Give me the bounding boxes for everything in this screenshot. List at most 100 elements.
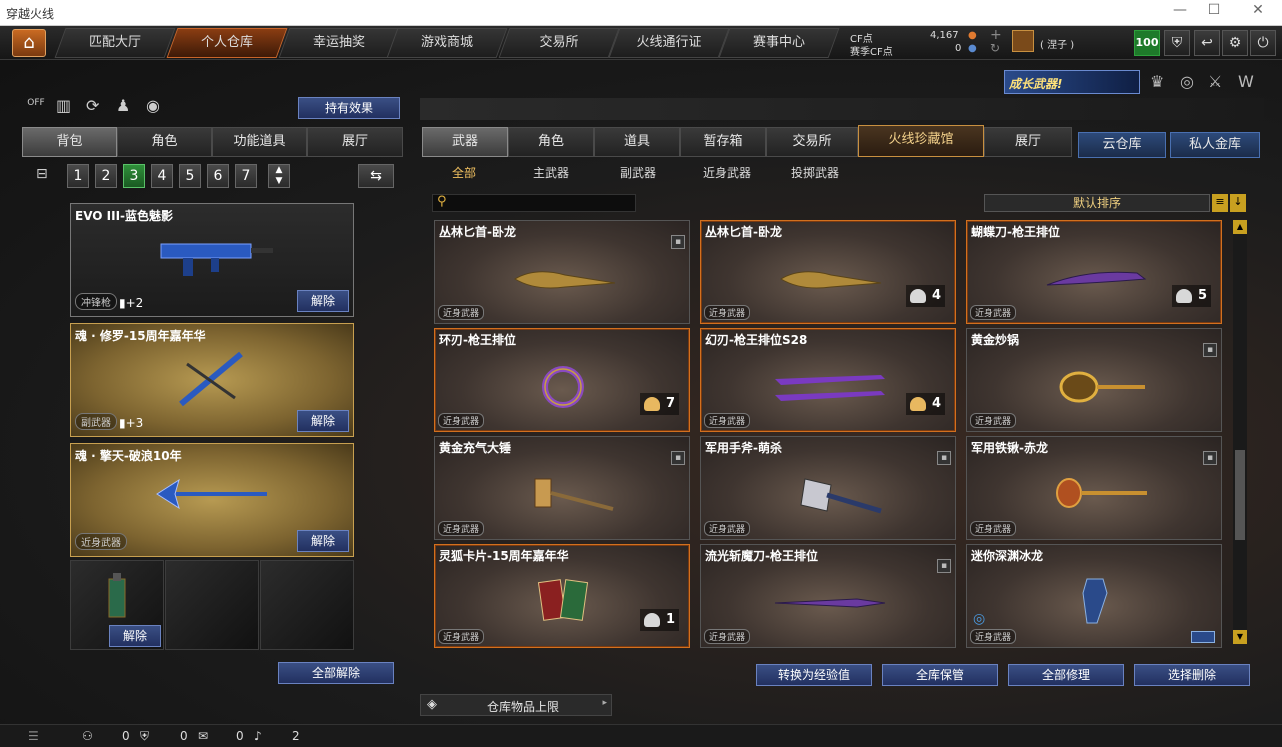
nav-tab-shop[interactable]: 游戏商城 (386, 28, 508, 58)
rank-icon[interactable]: ♛ (1150, 72, 1164, 91)
menu-icon[interactable]: ☰ (28, 729, 39, 743)
lock-icon: ▪ (671, 451, 685, 465)
unequip-all-button[interactable]: 全部解除 (278, 662, 394, 684)
subtab-throwing[interactable]: 投掷武器 (791, 164, 839, 181)
bag-number-7[interactable]: 7 (235, 164, 257, 188)
item-card[interactable]: 迷你深渊冰龙 ◎ 近身武器 (966, 544, 1222, 648)
empty-slot[interactable] (165, 560, 259, 650)
bag-number-5[interactable]: 5 (179, 164, 201, 188)
tab-trade[interactable]: 交易所 (766, 127, 858, 157)
tab-cloud[interactable]: 云仓库 (1078, 132, 1166, 158)
friends-icon[interactable]: ⚇ (82, 729, 93, 743)
bag-swap-icon[interactable]: ⇆ (358, 164, 394, 188)
growth-weapon-banner[interactable]: 成长武器! (1004, 70, 1140, 94)
power-icon[interactable]: ⏻ (1250, 30, 1276, 56)
store-all-button[interactable]: 全库保管 (882, 664, 998, 686)
storage-limit-bar[interactable]: ◈ 仓库物品上限 ▸ (420, 694, 612, 716)
maximize-icon[interactable]: ☐ (1204, 2, 1224, 18)
shield-status-icon[interactable]: ⛨ (140, 729, 149, 744)
unequip-button[interactable]: 解除 (297, 530, 349, 552)
scroll-thumb[interactable] (1235, 450, 1245, 540)
item-card[interactable]: 灵狐卡片-15周年嘉年华 1 近身武器 (434, 544, 690, 648)
minimize-icon[interactable]: — (1170, 2, 1190, 18)
rotate-icon[interactable]: ⟳ (86, 96, 99, 115)
item-card[interactable]: 环刃-枪王排位 7 近身武器 (434, 328, 690, 432)
effects-button[interactable]: 持有效果 (298, 97, 400, 119)
tab-characters[interactable]: 角色 (508, 127, 594, 157)
item-card[interactable]: 幻刃-枪王排位S28 4 近身武器 (700, 328, 956, 432)
unequip-button[interactable]: 解除 (297, 410, 349, 432)
repair-all-button[interactable]: 全部修理 (1008, 664, 1124, 686)
nav-tab-lobby[interactable]: 匹配大厅 (54, 28, 176, 58)
character-icon[interactable]: ♟ (116, 96, 130, 115)
equip-card-melee[interactable]: 魂 · 擎天-破浪10年 近身武器 解除 (70, 443, 354, 557)
gear-icon[interactable]: ⚙ (1222, 30, 1248, 56)
tab-items[interactable]: 道具 (594, 127, 680, 157)
empty-slot[interactable] (260, 560, 354, 650)
scroll-up-icon[interactable]: ▲ (1233, 220, 1247, 234)
tab-character[interactable]: 角色 (117, 127, 212, 157)
bag-icon[interactable]: ◉ (146, 96, 160, 115)
unequip-grenade-button[interactable]: 解除 (109, 625, 161, 647)
home-button[interactable]: ⌂ (12, 29, 46, 57)
subtab-all[interactable]: 全部 (452, 164, 476, 181)
tab-vault[interactable]: 私人金库 (1170, 132, 1260, 158)
subtab-secondary[interactable]: 副武器 (620, 164, 656, 181)
nav-tab-lottery[interactable]: 幸运抽奖 (278, 28, 400, 58)
bag-updown-stepper[interactable]: ▲ ▼ (268, 164, 290, 188)
tab-bag[interactable]: 背包 (22, 127, 117, 157)
subtab-primary[interactable]: 主武器 (533, 164, 569, 181)
shield-icon[interactable]: ⛨ (1164, 30, 1190, 56)
item-card[interactable]: 黄金充气大锤 ▪ 近身武器 (434, 436, 690, 540)
crossed-swords-icon[interactable]: ⚔ (1208, 72, 1222, 91)
subtab-melee[interactable]: 近身武器 (703, 164, 751, 181)
bag-lock-icon[interactable]: ⊟ (36, 166, 48, 182)
toggle-off-icon[interactable]: OFF (26, 98, 46, 118)
nav-tab-events[interactable]: 赛事中心 (718, 28, 840, 58)
item-card[interactable]: 丛林匕首-卧龙 4 近身武器 (700, 220, 956, 324)
tab-collection[interactable]: 火线珍藏馆 (858, 125, 984, 157)
nav-tab-pass[interactable]: 火线通行证 (608, 28, 730, 58)
equip-card-primary[interactable]: EVO III-蓝色魅影 冲锋枪 ▮+2 解除 (70, 203, 354, 317)
window-title: 穿越火线 (6, 7, 55, 21)
item-scrollbar[interactable]: ▲ ▼ (1233, 220, 1247, 644)
unequip-button[interactable]: 解除 (297, 290, 349, 312)
storage-icon (909, 288, 926, 303)
bag-number-4[interactable]: 4 (151, 164, 173, 188)
nav-tab-warehouse[interactable]: 个人仓库 (166, 28, 288, 58)
item-card[interactable]: 军用铁锹-赤龙 ▪ 近身武器 (966, 436, 1222, 540)
volume-icon[interactable]: ♪ (254, 729, 262, 743)
equip-card-secondary[interactable]: 魂 · 修罗-15周年嘉年华 副武器 ▮+3 解除 (70, 323, 354, 437)
search-input[interactable]: ⚲ (432, 194, 636, 212)
grenade-slot[interactable]: 解除 (70, 560, 164, 650)
sort-direction-icon[interactable]: ↓ (1230, 194, 1246, 212)
target-icon[interactable]: ◎ (1180, 72, 1194, 91)
nav-tab-exchange[interactable]: 交易所 (498, 28, 620, 58)
scroll-down-icon[interactable]: ▼ (1233, 630, 1247, 644)
item-card[interactable]: 黄金炒锅 ▪ 近身武器 (966, 328, 1222, 432)
wing-icon[interactable]: W (1238, 72, 1254, 91)
tab-storage[interactable]: 暂存箱 (680, 127, 766, 157)
sort-dropdown[interactable]: 默认排序 (984, 194, 1210, 212)
back-icon[interactable]: ↩ (1194, 30, 1220, 56)
stats-icon[interactable]: ▥ (56, 96, 71, 115)
list-view-icon[interactable]: ≡ (1212, 194, 1228, 212)
tab-weapons[interactable]: 武器 (422, 127, 508, 157)
tab-showroom[interactable]: 展厅 (307, 127, 403, 157)
chat-icon[interactable]: ✉ (198, 729, 208, 743)
avatar[interactable] (1012, 30, 1034, 52)
close-icon[interactable]: ✕ (1248, 2, 1268, 18)
item-card[interactable]: 流光斩魔刀-枪王排位 ▪ 近身武器 (700, 544, 956, 648)
bag-number-1[interactable]: 1 (67, 164, 89, 188)
item-card[interactable]: 丛林匕首-卧龙 ▪ 近身武器 (434, 220, 690, 324)
convert-to-exp-button[interactable]: 转换为经验值 (756, 664, 872, 686)
item-card[interactable]: 蝴蝶刀-枪王排位 5 近身武器 (966, 220, 1222, 324)
bag-number-2[interactable]: 2 (95, 164, 117, 188)
select-delete-button[interactable]: 选择删除 (1134, 664, 1250, 686)
bag-number-3[interactable]: 3 (123, 164, 145, 188)
refresh-icon[interactable]: ↻ (990, 41, 1000, 55)
item-card[interactable]: 军用手斧-萌杀 ▪ 近身武器 (700, 436, 956, 540)
tab-function-items[interactable]: 功能道具 (212, 127, 307, 157)
tab-showcase[interactable]: 展厅 (984, 127, 1072, 157)
bag-number-6[interactable]: 6 (207, 164, 229, 188)
